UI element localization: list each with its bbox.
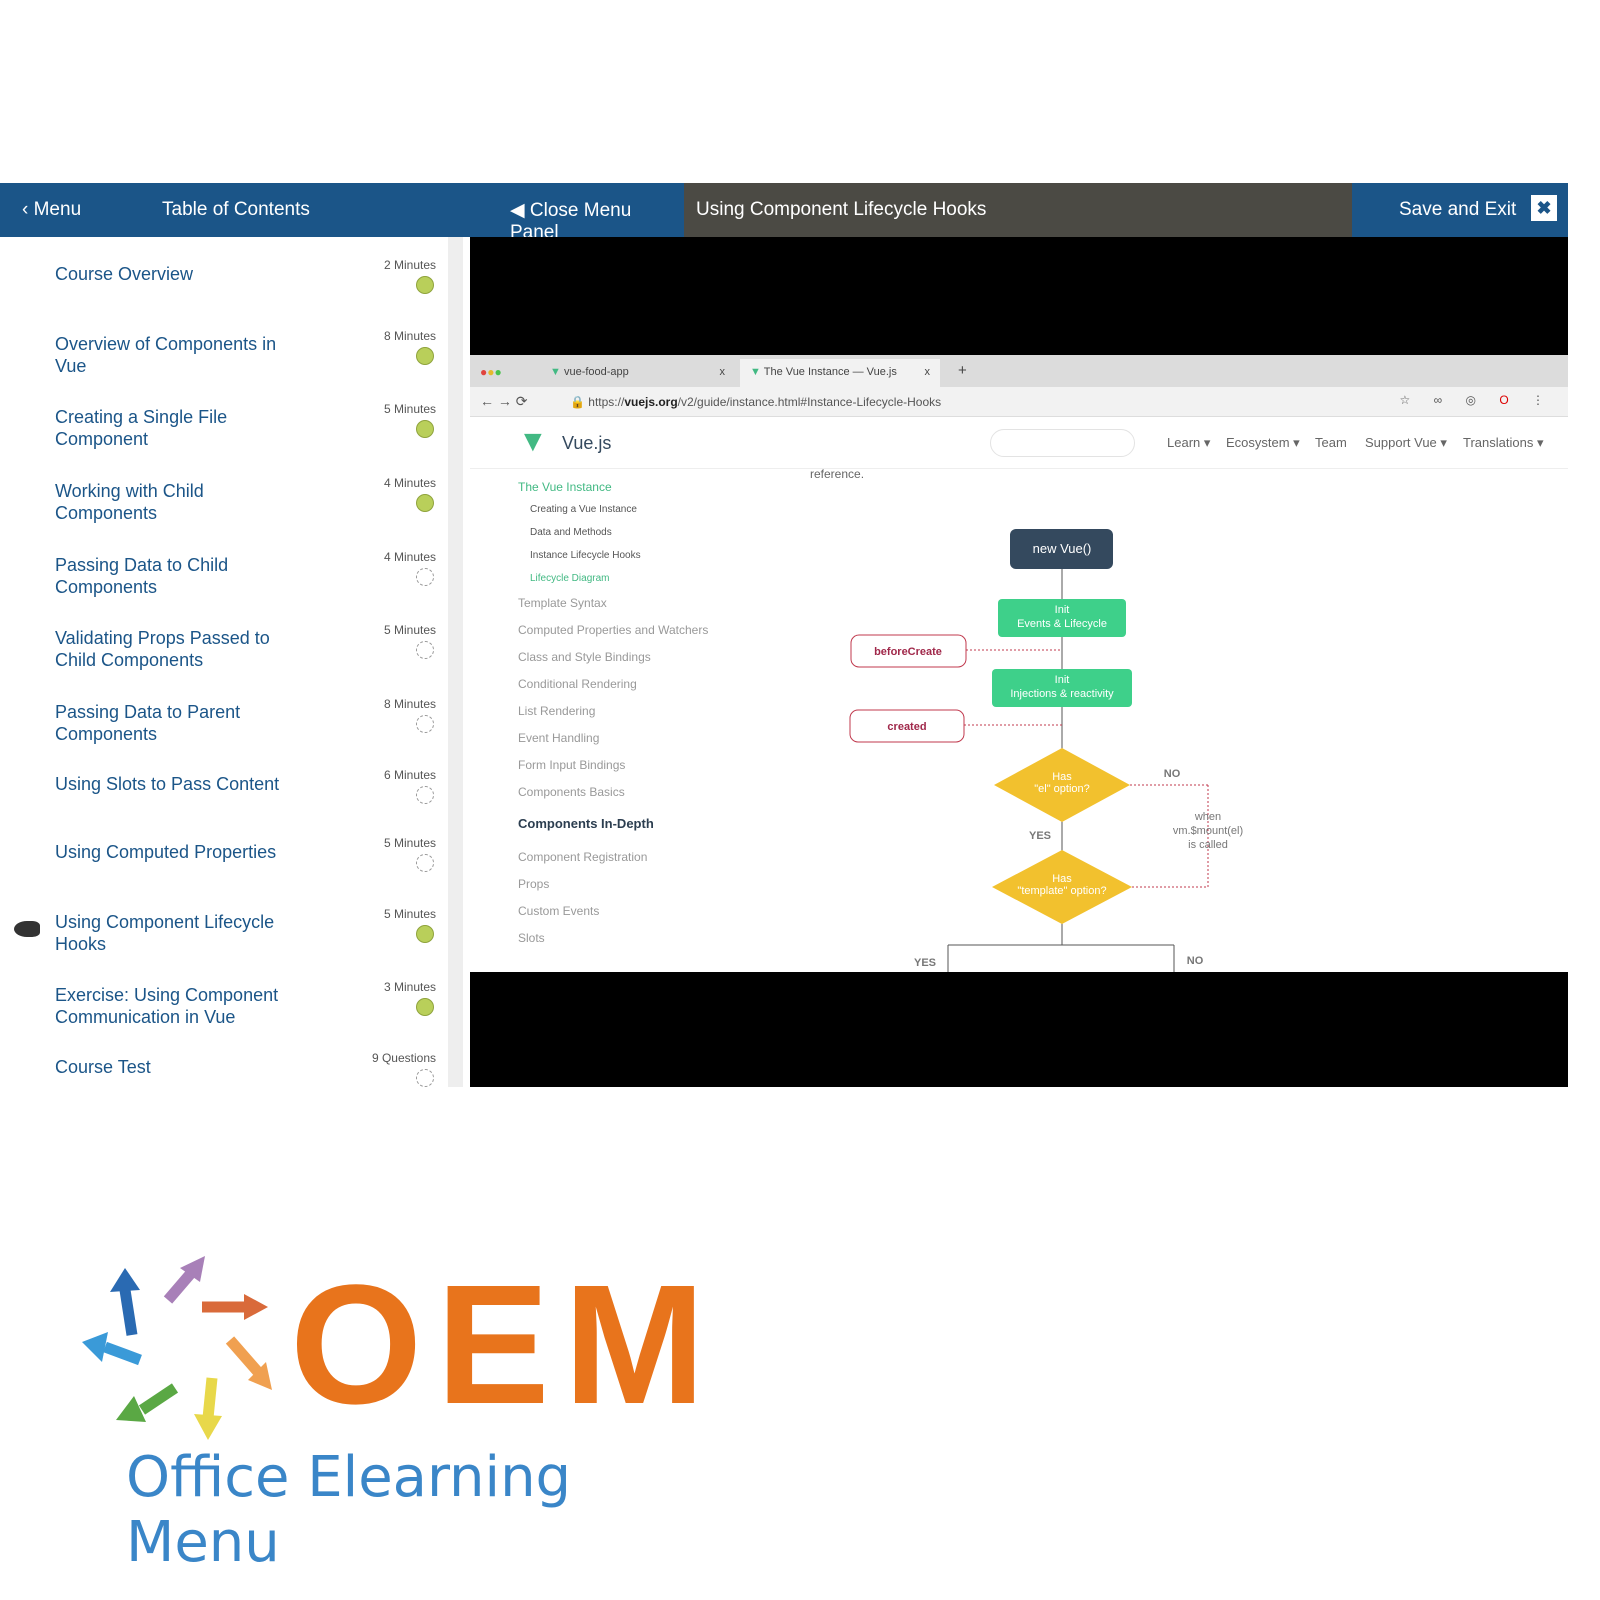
svg-text:when: when [1194, 811, 1221, 823]
toc-item-title: Using Computed Properties [55, 842, 277, 862]
svg-text:created: created [887, 721, 926, 733]
toc-item-title: Course Overview [55, 264, 194, 284]
video-browser-screenshot: ●●● ▼ vue-food-app x ▼ The Vue Instance … [470, 355, 1568, 972]
incomplete-status-icon [416, 1069, 434, 1087]
toc-title: Table of Contents [162, 199, 310, 220]
toc-item-title: Creating a Single File Component [55, 407, 228, 449]
toc-item[interactable]: Course Overview 2 Minutes [0, 258, 448, 328]
toc-item-title: Course Test [55, 1057, 151, 1077]
top-bar: ‹ Menu Table of Contents ◀ Close Menu Pa… [0, 183, 1568, 243]
toc-item-duration: 9 Questions [371, 1051, 436, 1065]
toc-item-title: Using Component Lifecycle Hooks [55, 912, 275, 954]
toc-item-duration: 5 Minutes [383, 623, 436, 637]
toc-item[interactable]: Using Component Lifecycle Hooks 5 Minute… [0, 907, 448, 977]
svg-text:Events & Lifecycle: Events & Lifecycle [1017, 618, 1107, 630]
toc-item-title: Using Slots to Pass Content [55, 774, 280, 794]
svg-text:Has: Has [1052, 771, 1072, 783]
svg-text:Injections & reactivity: Injections & reactivity [1010, 688, 1114, 700]
toc-item-title: Exercise: Using Component Communication … [55, 985, 279, 1027]
toc-item[interactable]: Creating a Single File Component 5 Minut… [0, 402, 448, 472]
complete-status-icon [416, 925, 434, 943]
sidebar-scrollbar[interactable] [448, 237, 463, 1087]
complete-status-icon [416, 494, 434, 512]
toc-item-duration: 5 Minutes [383, 907, 436, 921]
current-item-pointer-icon [14, 921, 40, 937]
toc-item[interactable]: Using Slots to Pass Content 6 Minutes [0, 768, 448, 838]
incomplete-status-icon [416, 854, 434, 872]
toc-item-title: Working with Child Components [55, 481, 204, 523]
oem-tagline: Office Elearning Menu [126, 1445, 572, 1575]
svg-text:YES: YES [914, 957, 936, 969]
svg-text:Has: Has [1052, 873, 1072, 885]
toc-item-duration: 8 Minutes [383, 697, 436, 711]
toc-item-duration: 5 Minutes [383, 836, 436, 850]
save-and-exit-button[interactable]: Save and Exit [1399, 199, 1516, 221]
toc-item[interactable]: Passing Data to Parent Components 8 Minu… [0, 697, 448, 767]
toc-item[interactable]: Passing Data to Child Components 4 Minut… [0, 550, 448, 620]
toc-item-duration: 8 Minutes [383, 329, 436, 343]
svg-text:NO: NO [1187, 955, 1204, 967]
svg-text:Init: Init [1055, 674, 1070, 686]
toc-item[interactable]: Using Computed Properties 5 Minutes [0, 836, 448, 906]
svg-text:"template" option?: "template" option? [1017, 885, 1106, 897]
toc-item-title: Overview of Components in Vue [55, 334, 277, 376]
complete-status-icon [416, 420, 434, 438]
toc-item[interactable]: Overview of Components in Vue 8 Minutes [0, 329, 448, 399]
toc-item-title: Passing Data to Parent Components [55, 702, 241, 744]
lifecycle-diagram: new Vue() Init Events & Lifecycle beforeC… [849, 529, 1243, 972]
toc-item[interactable]: Course Test 9 Questions [0, 1051, 448, 1121]
complete-status-icon [416, 347, 434, 365]
incomplete-status-icon [416, 715, 434, 733]
arrows-logo-icon [82, 1256, 272, 1440]
toc-item-duration: 6 Minutes [383, 768, 436, 782]
incomplete-status-icon [416, 641, 434, 659]
oem-letters: OEM [290, 1250, 720, 1440]
toc-item-duration: 2 Minutes [383, 258, 436, 272]
svg-text:YES: YES [1029, 830, 1051, 842]
oem-logo: OEM Office Elearning Menu [80, 1250, 720, 1575]
toc-item-duration: 4 Minutes [383, 476, 436, 490]
svg-text:is called: is called [1188, 839, 1228, 851]
close-icon[interactable]: ✖ [1531, 195, 1557, 221]
toc-item[interactable]: Working with Child Components 4 Minutes [0, 476, 448, 546]
incomplete-status-icon [416, 786, 434, 804]
svg-text:"el" option?: "el" option? [1034, 783, 1090, 795]
toc-item-duration: 4 Minutes [383, 550, 436, 564]
toc-item-duration: 5 Minutes [383, 402, 436, 416]
svg-text:vm.$mount(el): vm.$mount(el) [1173, 825, 1243, 837]
incomplete-status-icon [416, 568, 434, 586]
svg-text:new Vue(): new Vue() [1033, 541, 1092, 556]
close-menu-panel-button[interactable]: ◀ Close Menu Panel [488, 183, 684, 243]
menu-button[interactable]: ‹ Menu [22, 199, 81, 221]
svg-text:beforeCreate: beforeCreate [874, 646, 942, 658]
toc-item[interactable]: Validating Props Passed to Child Compone… [0, 623, 448, 693]
svg-text:Init: Init [1055, 604, 1070, 616]
svg-text:NO: NO [1164, 768, 1181, 780]
lesson-title: Using Component Lifecycle Hooks [684, 183, 1352, 237]
complete-status-icon [416, 998, 434, 1016]
toc-item[interactable]: Exercise: Using Component Communication … [0, 980, 448, 1050]
toc-item-title: Validating Props Passed to Child Compone… [55, 628, 270, 670]
toc-item-duration: 3 Minutes [383, 980, 436, 994]
toc-item-title: Passing Data to Child Components [55, 555, 229, 597]
complete-status-icon [416, 276, 434, 294]
